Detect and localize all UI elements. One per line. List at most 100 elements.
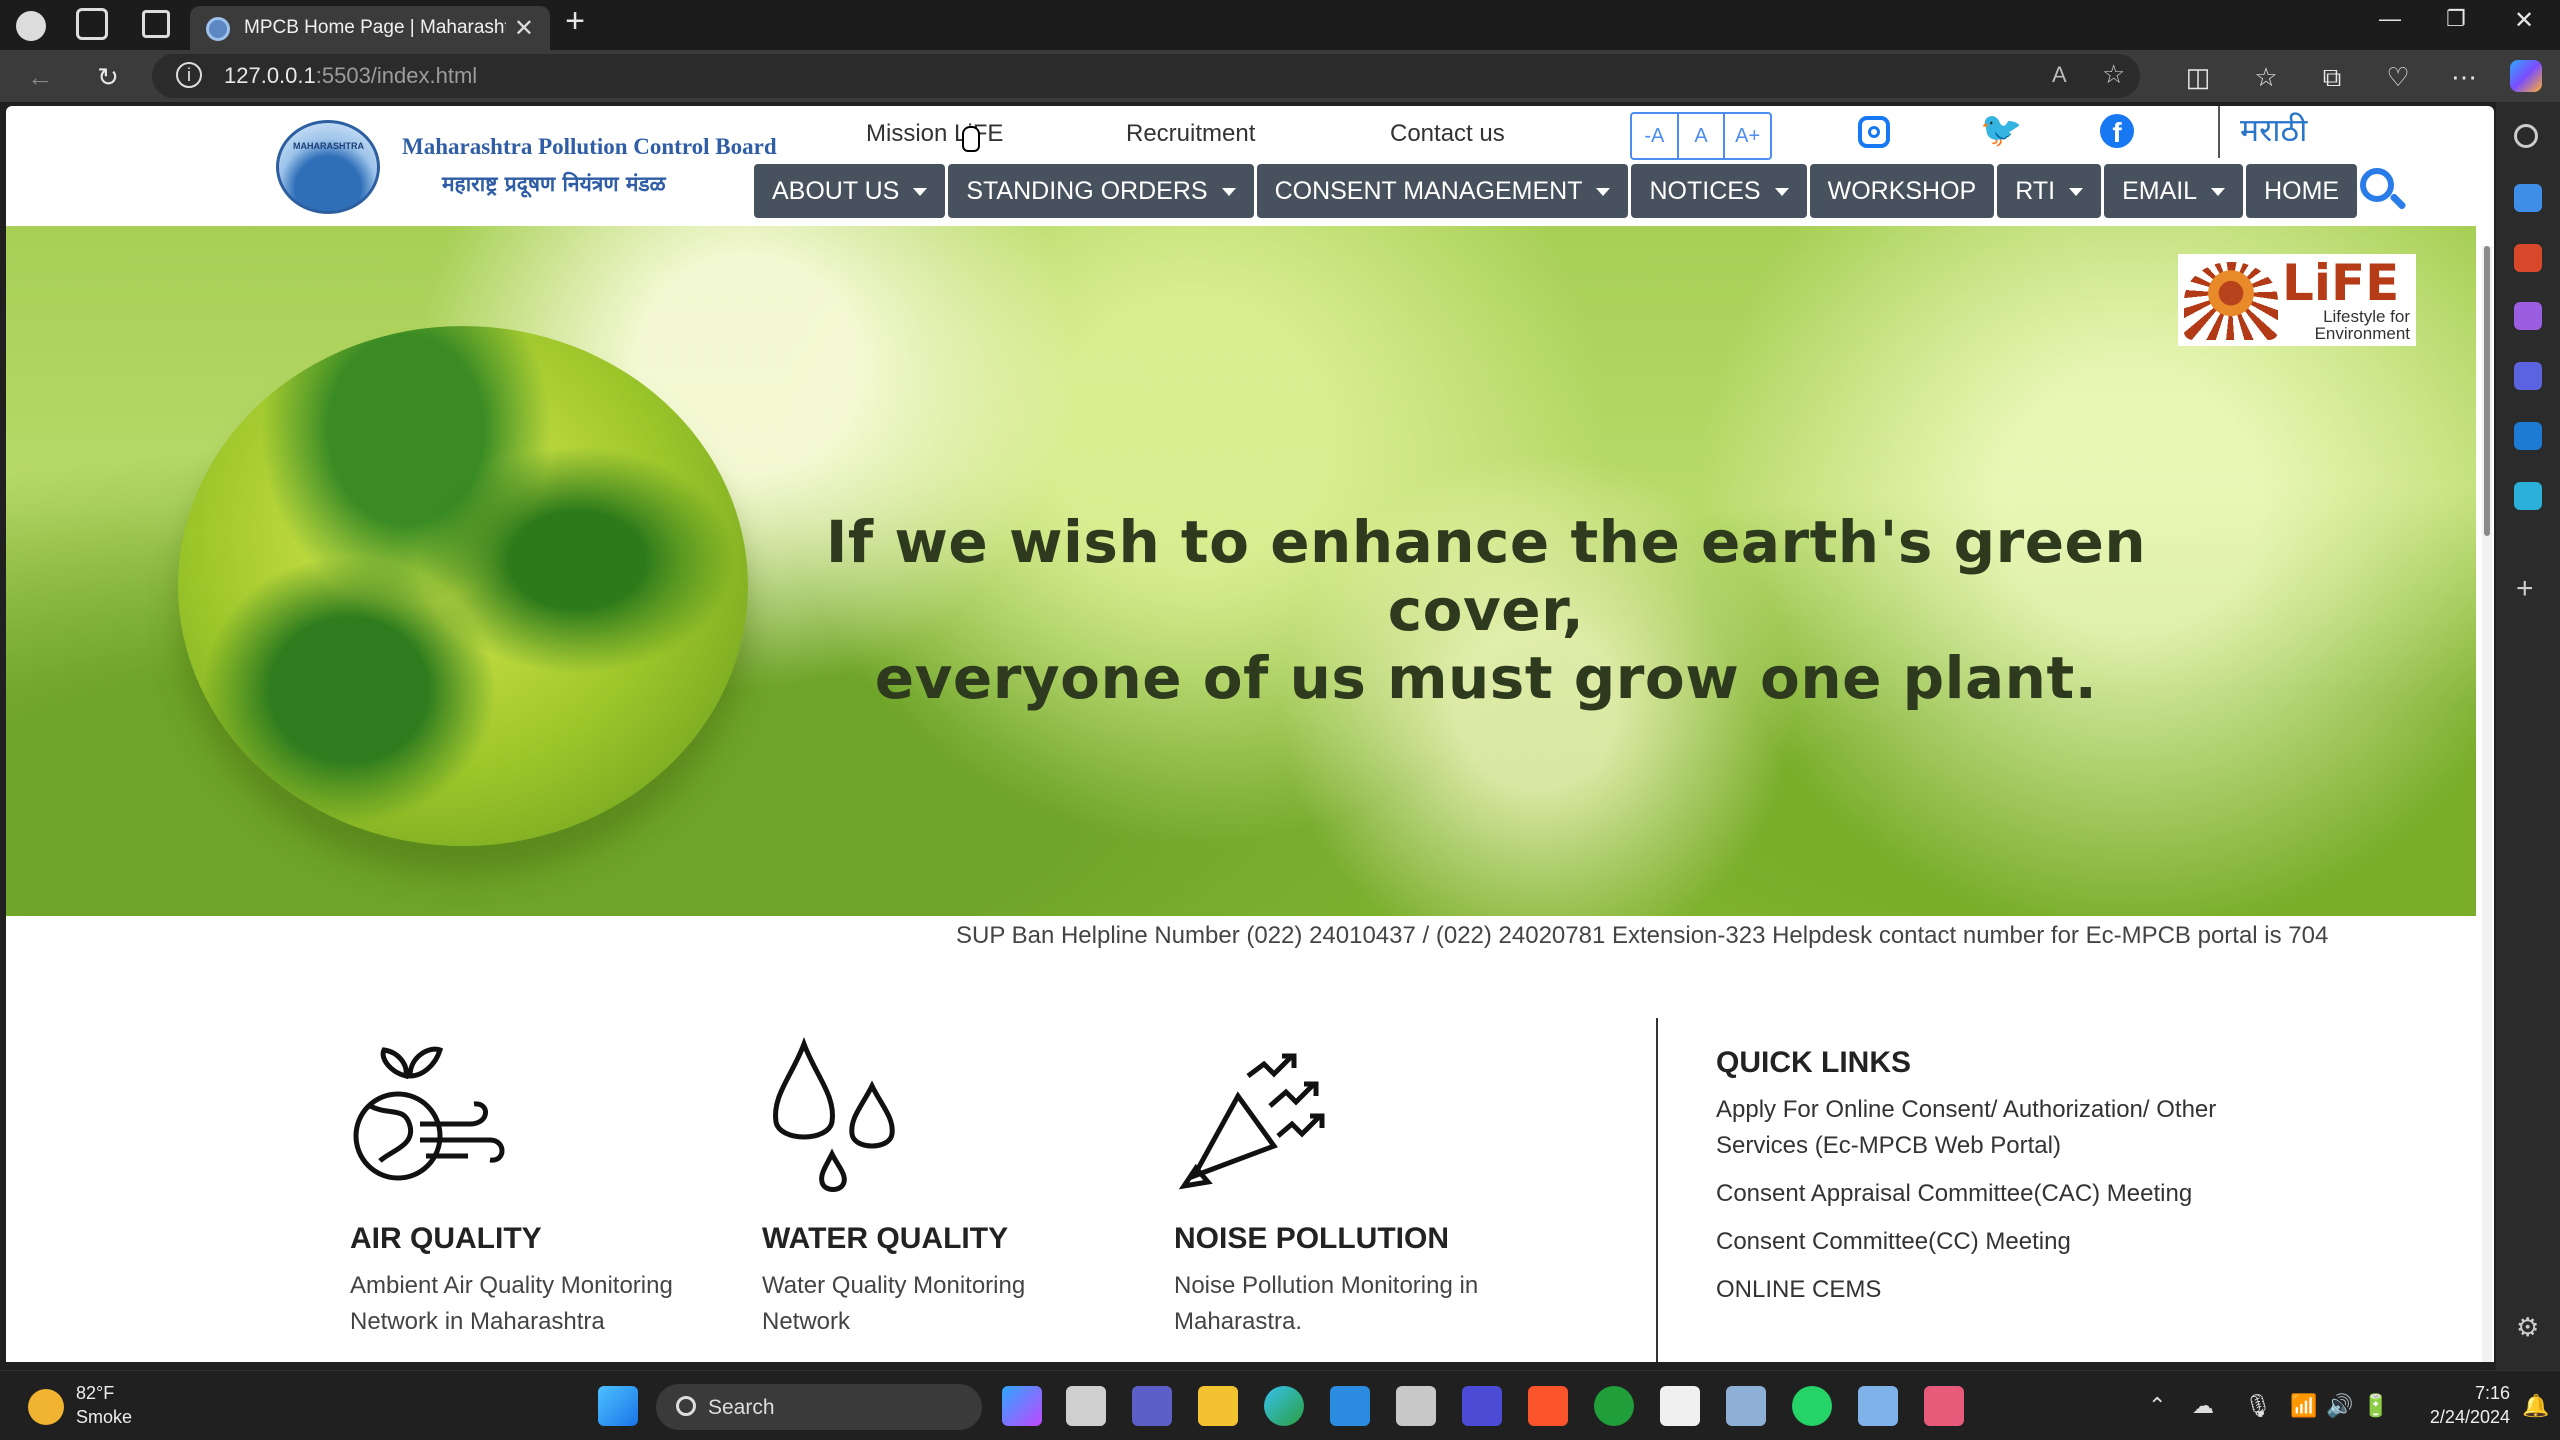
read-aloud-icon[interactable]: A <box>2052 62 2067 88</box>
recruitment-link[interactable]: Recruitment <box>1126 120 1255 148</box>
microsoft365-icon[interactable] <box>2514 362 2542 390</box>
more-menu-icon[interactable]: ⋯ <box>2448 62 2480 93</box>
nav-home[interactable]: HOME <box>2246 164 2358 218</box>
restore-button[interactable]: ❐ <box>2436 6 2476 32</box>
quick-link-cc-meeting[interactable]: Consent Committee(CC) Meeting <box>1716 1224 2256 1260</box>
volume-icon[interactable]: 🔊 <box>2326 1393 2353 1419</box>
nav-rti[interactable]: RTI <box>1997 164 2102 218</box>
nav-standing-orders[interactable]: STANDING ORDERS <box>948 164 1254 218</box>
site-favicon-icon <box>206 17 230 41</box>
browser-tab-active[interactable]: MPCB Home Page | Maharashtra Pollution C… <box>190 6 550 50</box>
life-logo-subtitle: Lifestyle for Environment <box>2314 307 2410 343</box>
brave-icon[interactable] <box>1528 1386 1568 1426</box>
life-logo[interactable]: LiFE Lifestyle for Environment <box>2178 254 2416 346</box>
chevron-down-icon <box>1596 188 1611 197</box>
whatsapp-icon[interactable] <box>1792 1386 1832 1426</box>
profile-avatar[interactable] <box>16 11 46 41</box>
sidebar-settings-icon[interactable]: ⚙ <box>2516 1312 2539 1343</box>
vscode-icon[interactable] <box>1330 1386 1370 1426</box>
announcement-ticker[interactable]: SUP Ban Helpline Number (022) 24010437 /… <box>956 922 2476 950</box>
microphone-icon[interactable]: 🎙 <box>2244 1393 2272 1419</box>
decrease-font-button[interactable]: -A <box>1632 114 1679 158</box>
photos-icon[interactable] <box>1726 1386 1766 1426</box>
air-quality-icon <box>350 1036 510 1196</box>
teams-icon[interactable] <box>1132 1386 1172 1426</box>
drop-icon[interactable] <box>2514 482 2542 510</box>
favorites-icon[interactable]: ☆ <box>2250 62 2282 93</box>
minimize-button[interactable]: — <box>2370 6 2410 32</box>
show-hidden-icons[interactable]: ⌃ <box>2148 1393 2166 1419</box>
site-info-icon[interactable]: i <box>176 62 202 88</box>
contact-us-link[interactable]: Contact us <box>1390 120 1505 148</box>
xbox-icon[interactable] <box>1594 1386 1634 1426</box>
favorite-star-icon[interactable]: ☆ <box>2102 59 2125 90</box>
vertical-tabs-icon[interactable] <box>142 10 170 38</box>
main-navigation: ABOUT US STANDING ORDERS CONSENT MANAGEM… <box>754 164 2358 218</box>
chevron-down-icon <box>1221 188 1236 197</box>
copilot-taskbar-icon[interactable] <box>1002 1386 1042 1426</box>
quick-links-heading: QUICK LINKS <box>1716 1046 1911 1079</box>
mouse-cursor <box>962 126 980 152</box>
battery-icon[interactable]: 🔋 <box>2362 1393 2389 1419</box>
twitter-icon[interactable]: 🐦 <box>1980 110 2022 150</box>
marathi-language-link[interactable]: मराठी <box>2218 106 2307 158</box>
notification-bell-icon[interactable]: 🔔 <box>2522 1393 2549 1419</box>
nav-consent-management[interactable]: CONSENT MANAGEMENT <box>1256 164 1629 218</box>
windows-start-icon[interactable] <box>598 1386 638 1426</box>
water-quality-card[interactable]: WATER QUALITY Water Quality Monitoring N… <box>762 1036 1142 1335</box>
shopping-icon[interactable] <box>2514 184 2542 212</box>
copilot-icon[interactable] <box>2510 60 2542 92</box>
scrollbar-thumb[interactable] <box>2484 246 2490 536</box>
nav-notices[interactable]: NOTICES <box>1631 164 1807 218</box>
mpcb-logo[interactable]: MAHARASHTRA Maharashtra Pollution Contro… <box>276 110 777 218</box>
outlook-icon[interactable] <box>2514 422 2542 450</box>
collections-icon[interactable]: ⧉ <box>2316 62 2348 94</box>
quick-link-online-cems[interactable]: ONLINE CEMS <box>1716 1272 2256 1308</box>
notepad-icon[interactable] <box>1858 1386 1898 1426</box>
unity-icon[interactable] <box>1396 1386 1436 1426</box>
quick-link-ec-mpcb-portal[interactable]: Apply For Online Consent/ Authorization/… <box>1716 1092 2256 1164</box>
add-sidebar-app-icon[interactable]: + <box>2516 572 2534 606</box>
wifi-icon[interactable]: 📶 <box>2290 1393 2317 1419</box>
games-icon[interactable] <box>2514 302 2542 330</box>
snipping-tool-icon[interactable] <box>1924 1386 1964 1426</box>
quick-link-cac-meeting[interactable]: Consent Appraisal Committee(CAC) Meeting <box>1716 1176 2256 1212</box>
clock-date: 2/24/2024 <box>2429 1407 2510 1427</box>
taskbar-search[interactable]: Search <box>656 1384 982 1430</box>
store-icon[interactable] <box>1660 1386 1700 1426</box>
air-quality-card[interactable]: AIR QUALITY Ambient Air Quality Monitori… <box>350 1036 730 1335</box>
site-search-icon[interactable] <box>2356 164 2410 218</box>
noise-pollution-card[interactable]: NOISE POLLUTION Noise Pollution Monitori… <box>1174 1036 1554 1335</box>
split-screen-icon[interactable]: ◫ <box>2182 62 2214 93</box>
new-tab-button[interactable]: + <box>560 2 590 41</box>
tools-icon[interactable] <box>2514 244 2542 272</box>
nav-workshop[interactable]: WORKSHOP <box>1809 164 1995 218</box>
instagram-icon[interactable] <box>1858 116 1890 148</box>
facebook-icon[interactable]: f <box>2100 114 2134 148</box>
edge-icon[interactable] <box>1264 1386 1304 1426</box>
workspaces-icon[interactable] <box>76 8 108 40</box>
app-icon[interactable] <box>1462 1386 1502 1426</box>
nav-email[interactable]: EMAIL <box>2104 164 2244 218</box>
water-quality-description: Water Quality Monitoring Network <box>762 1272 1026 1335</box>
mission-life-link[interactable]: Mission LiFE <box>866 120 1003 148</box>
page-scrollbar[interactable] <box>2482 246 2492 1362</box>
address-bar[interactable]: i 127.0.0.1:5503/index.html A ☆ <box>152 54 2140 98</box>
back-icon[interactable]: ← <box>24 62 56 93</box>
refresh-icon[interactable]: ↻ <box>92 62 124 93</box>
onedrive-icon[interactable]: ☁ <box>2192 1393 2214 1419</box>
chevron-down-icon <box>913 188 928 197</box>
megaphone-icon <box>1174 1036 1334 1196</box>
nav-about-us[interactable]: ABOUT US <box>754 164 946 218</box>
reset-font-button[interactable]: A <box>1679 114 1726 158</box>
browser-toolbar: ← ↻ i 127.0.0.1:5503/index.html A ☆ ◫ ☆ … <box>0 50 2560 102</box>
browser-title-bar: MPCB Home Page | Maharashtra Pollution C… <box>0 0 2560 50</box>
browser-essentials-icon[interactable]: ♡ <box>2382 62 2414 93</box>
file-explorer-icon[interactable] <box>1198 1386 1238 1426</box>
close-tab-icon[interactable]: ✕ <box>514 14 534 43</box>
increase-font-button[interactable]: A+ <box>1725 114 1770 158</box>
close-window-button[interactable]: ✕ <box>2504 6 2544 35</box>
task-view-icon[interactable] <box>1066 1386 1106 1426</box>
system-clock[interactable]: 7:16 2/24/2024 <box>2400 1381 2510 1429</box>
search-sidebar-icon[interactable] <box>2514 124 2538 148</box>
